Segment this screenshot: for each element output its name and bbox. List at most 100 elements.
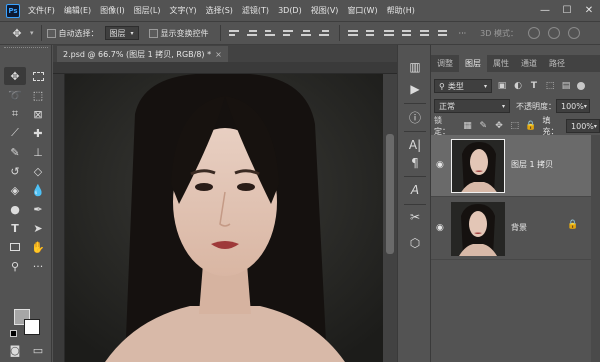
3d-icon[interactable]: ⬡ <box>407 235 423 251</box>
canvas[interactable] <box>65 74 383 362</box>
visibility-eye-icon[interactable]: ◉ <box>436 160 444 170</box>
kind-filter-dropdown[interactable]: ⚲ 类型 ▾ <box>434 79 492 93</box>
healing-brush-tool-icon[interactable]: ✚ <box>27 124 49 142</box>
close-tab-icon[interactable]: × <box>215 50 222 59</box>
align-vcenter-icon[interactable] <box>246 27 259 39</box>
filter-adjustment-icon[interactable]: ◐ <box>512 80 524 92</box>
distribute-left-icon[interactable] <box>401 27 414 39</box>
menu-image[interactable]: 图像(I) <box>100 5 125 16</box>
3d-pan-icon[interactable] <box>567 27 580 39</box>
tab-channels[interactable]: 通道 <box>515 55 543 72</box>
lock-transparent-icon[interactable]: ▦ <box>462 120 474 132</box>
menu-filter[interactable]: 滤镜(T) <box>242 5 269 16</box>
align-left-icon[interactable] <box>282 27 295 39</box>
lock-pixels-icon[interactable]: ✎ <box>477 120 489 132</box>
3d-roll-icon[interactable] <box>547 27 560 39</box>
layers-scrollbar[interactable] <box>591 135 600 362</box>
character-icon[interactable]: A| <box>407 137 423 153</box>
layer-name[interactable]: 图层 1 拷贝 <box>511 159 553 170</box>
filter-toggle-icon[interactable] <box>577 82 585 90</box>
menu-window[interactable]: 窗口(W) <box>347 5 377 16</box>
quick-mask-icon[interactable]: ◙ <box>4 341 26 359</box>
align-bottom-icon[interactable] <box>264 27 277 39</box>
path-select-tool-icon[interactable]: ➤ <box>27 219 49 237</box>
blend-mode-dropdown[interactable]: 正常 ▾ <box>434 99 510 113</box>
distribute-top-icon[interactable] <box>347 27 360 39</box>
pen-tool-icon[interactable]: ✒ <box>27 200 49 218</box>
history-icon[interactable]: ▥ <box>407 59 423 75</box>
tab-adjustments[interactable]: 调整 <box>431 55 459 72</box>
tab-paths[interactable]: 路径 <box>543 55 571 72</box>
menu-help[interactable]: 帮助(H) <box>387 5 415 16</box>
paint-bucket-tool-icon[interactable]: ◈ <box>4 181 26 199</box>
filter-shape-icon[interactable]: ⬚ <box>544 80 556 92</box>
menu-edit[interactable]: 编辑(E) <box>64 5 91 16</box>
rectangle-tool-icon[interactable] <box>4 238 26 256</box>
chevron-down-icon[interactable]: ▾ <box>30 29 34 37</box>
menu-type[interactable]: 文字(Y) <box>169 5 196 16</box>
actions-play-icon[interactable]: ▶ <box>407 81 423 97</box>
3d-orbit-icon[interactable] <box>527 27 540 39</box>
lock-all-icon[interactable]: 🔒 <box>525 120 537 132</box>
auto-select-dropdown[interactable]: 图层 ▾ <box>104 26 139 40</box>
default-colors-icon[interactable] <box>10 330 17 337</box>
vertical-scrollbar[interactable] <box>383 74 397 362</box>
frame-tool-icon[interactable]: ⊠ <box>27 105 49 123</box>
tab-properties[interactable]: 属性 <box>487 55 515 72</box>
distribute-hcenter-icon[interactable] <box>419 27 432 39</box>
filter-smart-object-icon[interactable]: ▤ <box>560 80 572 92</box>
dodge-tool-icon[interactable]: ● <box>4 200 26 218</box>
menu-view[interactable]: 视图(V) <box>311 5 339 16</box>
menu-select[interactable]: 选择(S) <box>206 5 233 16</box>
opacity-input[interactable]: 100% ▾ <box>556 99 590 113</box>
more-options-icon[interactable]: ··· <box>459 29 467 38</box>
align-top-icon[interactable] <box>228 27 241 39</box>
visibility-eye-icon[interactable]: ◉ <box>436 223 444 233</box>
marquee-tool-icon[interactable] <box>27 67 49 85</box>
clone-stamp-tool-icon[interactable]: ⊥ <box>27 143 49 161</box>
filter-type-icon[interactable]: T <box>528 80 540 92</box>
align-hcenter-icon[interactable] <box>300 27 313 39</box>
crop-tool-icon[interactable]: ⌗ <box>4 105 26 123</box>
lock-position-icon[interactable]: ✥ <box>493 120 505 132</box>
move-icon[interactable]: ✥ <box>4 23 30 43</box>
align-right-icon[interactable] <box>318 27 331 39</box>
eyedropper-tool-icon[interactable]: ⟋ <box>4 124 26 142</box>
layer-name[interactable]: 背景 <box>511 222 527 233</box>
eraser-tool-icon[interactable]: ◇ <box>27 162 49 180</box>
panel-grip[interactable] <box>4 47 48 51</box>
minimize-button[interactable]: — <box>534 0 556 21</box>
layer-row[interactable]: ◉ 图层 1 拷贝 <box>431 135 591 197</box>
auto-select-checkbox[interactable] <box>46 28 56 38</box>
menu-file[interactable]: 文件(F) <box>28 5 55 16</box>
menu-layer[interactable]: 图层(L) <box>134 5 161 16</box>
lock-artboard-icon[interactable]: ⬚ <box>509 120 521 132</box>
document-tab[interactable]: 2.psd @ 66.7% (图层 1 拷贝, RGB/8) * × <box>57 46 228 62</box>
more-tools-icon[interactable]: ··· <box>27 257 49 275</box>
background-color-swatch[interactable] <box>24 319 40 335</box>
tool-presets-icon[interactable]: ✂ <box>407 209 423 225</box>
move-tool-icon[interactable]: ✥ <box>4 67 26 85</box>
menu-3d[interactable]: 3D(D) <box>278 6 302 15</box>
brush-tool-icon[interactable]: ✎ <box>4 143 26 161</box>
distribute-right-icon[interactable] <box>437 27 450 39</box>
distribute-vcenter-icon[interactable] <box>365 27 378 39</box>
info-icon[interactable]: ⓘ <box>407 109 423 125</box>
hand-tool-icon[interactable]: ✋ <box>27 238 49 256</box>
paragraph-icon[interactable]: ¶ <box>407 155 423 171</box>
type-tool-icon[interactable]: T <box>4 219 26 237</box>
tab-layers[interactable]: 图层 <box>459 55 487 72</box>
filter-pixel-icon[interactable]: ▣ <box>496 80 508 92</box>
history-brush-tool-icon[interactable]: ↺ <box>4 162 26 180</box>
close-button[interactable]: ✕ <box>578 0 600 21</box>
show-transform-checkbox[interactable] <box>148 28 158 38</box>
scrollbar-thumb[interactable] <box>386 134 394 254</box>
zoom-tool-icon[interactable]: ⚲ <box>4 257 26 275</box>
distribute-bottom-icon[interactable] <box>383 27 396 39</box>
layer-row[interactable]: ◉ 背景 🔒 <box>431 198 591 260</box>
fill-input[interactable]: 100% ▾ <box>566 119 600 133</box>
glyphs-icon[interactable]: A <box>407 182 423 198</box>
object-select-tool-icon[interactable]: ⬚ <box>27 86 49 104</box>
lasso-tool-icon[interactable]: ➰ <box>4 86 26 104</box>
screen-mode-icon[interactable]: ▭ <box>27 341 49 359</box>
